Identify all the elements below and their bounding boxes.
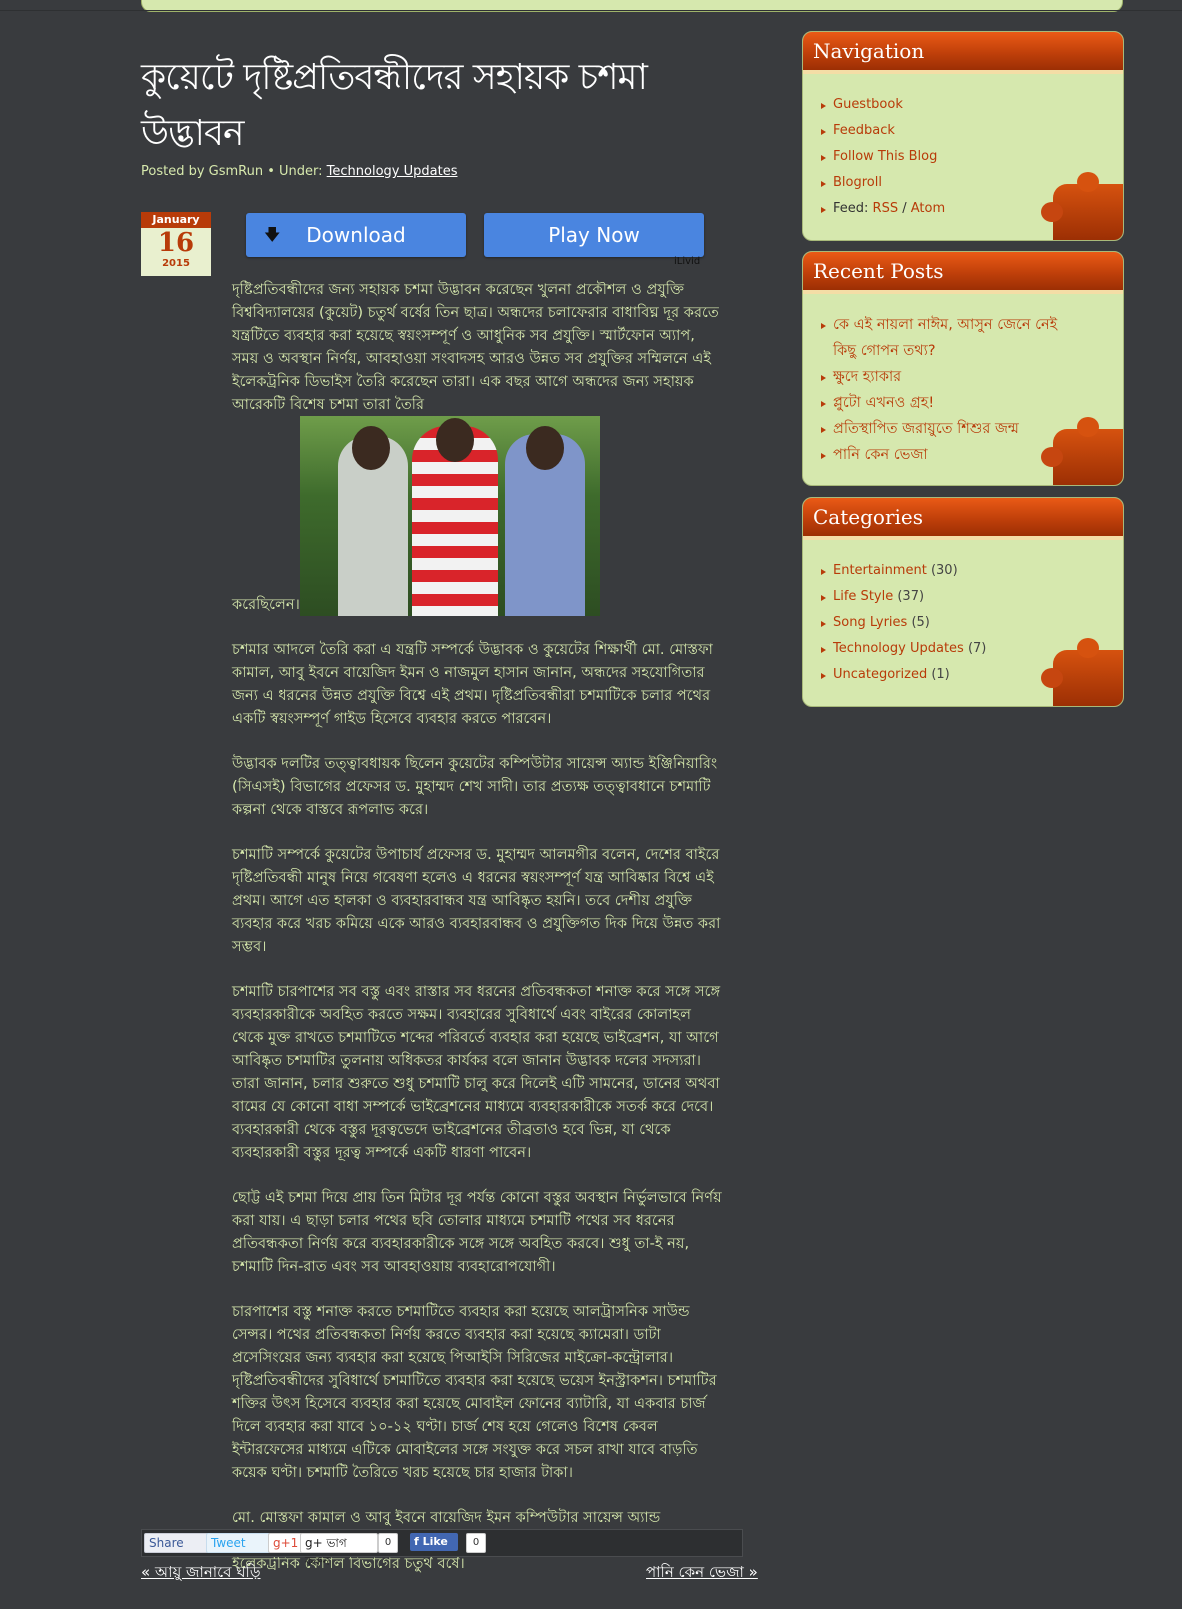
like-count: 0 bbox=[466, 1533, 486, 1553]
ad-play-button[interactable]: Play Now bbox=[484, 213, 704, 257]
list-item: কে এই নায়লা নাঈম, আসুন জেনে নেই কিছু গো… bbox=[821, 312, 1063, 364]
puzzle-piece-icon bbox=[1041, 417, 1123, 485]
person-head bbox=[351, 426, 390, 470]
list-item: পানি কেন ভেজা bbox=[821, 442, 1063, 468]
list-item: Guestbook bbox=[821, 92, 1123, 118]
list-item: প্রতিস্থাপিত জরায়ুতে শিশুর জন্ম bbox=[821, 416, 1063, 442]
widget-title: Navigation bbox=[803, 32, 1123, 70]
paragraph: দৃষ্টিপ্রতিবন্ধীদের জন্য সহায়ক চশমা উদ্… bbox=[232, 278, 722, 616]
list-item: Entertainment (30) bbox=[821, 558, 1123, 584]
category-link-song-lyries[interactable]: Song Lyries bbox=[833, 615, 907, 630]
nav-link-feedback[interactable]: Feedback bbox=[833, 123, 895, 138]
facebook-share-button[interactable]: Share bbox=[144, 1533, 208, 1553]
paragraph-text: দৃষ্টিপ্রতিবন্ধীদের জন্য সহায়ক চশমা উদ্… bbox=[232, 281, 719, 413]
ad-sponsor-label: iLivid bbox=[674, 256, 701, 267]
date-year: 2015 bbox=[162, 258, 190, 269]
previous-post-link[interactable]: « আয়ু জানাবে ঘড়ি bbox=[141, 1561, 261, 1586]
list-item: Song Lyries (5) bbox=[821, 610, 1123, 636]
puzzle-piece-icon bbox=[1041, 172, 1123, 240]
category-count: (7) bbox=[967, 641, 987, 656]
nav-link-blogroll[interactable]: Blogroll bbox=[833, 175, 882, 190]
rss-link[interactable]: RSS bbox=[873, 201, 899, 216]
category-count: (5) bbox=[911, 615, 930, 630]
post-meta: Posted by GsmRun • Under: Technology Upd… bbox=[141, 164, 457, 179]
date-month: January bbox=[141, 212, 211, 228]
recent-post-link[interactable]: প্লুটো এখনও গ্রহ! bbox=[833, 395, 934, 411]
ad-download-button[interactable]: 🡇 Download bbox=[246, 213, 466, 257]
recent-post-link[interactable]: কে এই নায়লা নাঈম, আসুন জেনে নেই কিছু গো… bbox=[833, 317, 1057, 359]
list-item: প্লুটো এখনও গ্রহ! bbox=[821, 390, 1063, 416]
categories-widget: Categories Entertainment (30) Life Style… bbox=[802, 497, 1124, 707]
category-count: (1) bbox=[931, 667, 950, 682]
paragraph: চশমাটি চারপাশের সব বস্তু এবং রাস্তার সব … bbox=[232, 983, 721, 1161]
list-item: Feedback bbox=[821, 118, 1123, 144]
category-link-life-style[interactable]: Life Style bbox=[833, 589, 893, 604]
navigation-widget: Navigation Guestbook Feedback Follow Thi… bbox=[802, 31, 1124, 241]
nav-link-follow[interactable]: Follow This Blog bbox=[833, 149, 937, 164]
nav-link-guestbook[interactable]: Guestbook bbox=[833, 97, 903, 112]
paragraph-end: করেছিলেন। bbox=[232, 596, 300, 613]
post-title: কুয়েটে দৃষ্টিপ্রতিবন্ধীদের সহায়ক চশমা … bbox=[141, 57, 648, 154]
paragraph: উদ্ভাবক দলটির তত্ত্বাবধায়ক ছিলেন কুয়েট… bbox=[232, 755, 718, 818]
header-divider bbox=[0, 10, 1182, 11]
recent-post-link[interactable]: ক্ষুদে হ্যাকার bbox=[833, 369, 901, 385]
post-photo bbox=[299, 416, 600, 616]
tweet-button[interactable]: Tweet bbox=[206, 1533, 270, 1553]
ad-play-label: Play Now bbox=[548, 223, 640, 247]
widget-title: Categories bbox=[803, 498, 1123, 536]
paragraph: ছোট্ট এই চশমা দিয়ে প্রায় তিন মিটার দূর… bbox=[232, 1189, 722, 1275]
recent-post-link[interactable]: পানি কেন ভেজা bbox=[833, 447, 928, 463]
category-link[interactable]: Technology Updates bbox=[327, 164, 458, 179]
gplus-one-button[interactable]: g+1 bbox=[268, 1533, 302, 1553]
atom-link[interactable]: Atom bbox=[911, 201, 945, 216]
category-link-uncategorized[interactable]: Uncategorized bbox=[833, 667, 927, 682]
category-link-technology-updates[interactable]: Technology Updates bbox=[833, 641, 964, 656]
ad-download-label: Download bbox=[306, 223, 406, 247]
next-post-link[interactable]: পানি কেন ভেজা » bbox=[646, 1561, 758, 1586]
puzzle-piece-icon bbox=[1041, 638, 1123, 706]
category-link-entertainment[interactable]: Entertainment bbox=[833, 563, 927, 578]
recent-post-link[interactable]: প্রতিস্থাপিত জরায়ুতে শিশুর জন্ম bbox=[833, 421, 1019, 437]
list-item: Follow This Blog bbox=[821, 144, 1123, 170]
feed-label: Feed: bbox=[833, 201, 869, 216]
gplus-share-button[interactable]: g+ ভাগ করুন bbox=[300, 1533, 378, 1568]
category-count: (30) bbox=[930, 563, 958, 578]
share-bar: Share Tweet g+1 g+ ভাগ করুন 0 f Like 0 bbox=[141, 1529, 743, 1568]
paragraph: চশমাটি সম্পর্কে কুয়েটের উপাচার্য প্রফেস… bbox=[232, 846, 721, 955]
post-content: দৃষ্টিপ্রতিবন্ধীদের জন্য সহায়ক চশমা উদ্… bbox=[232, 278, 722, 1597]
facebook-like-button[interactable]: f Like bbox=[410, 1533, 458, 1551]
feed-separator: / bbox=[902, 201, 907, 216]
list-item: Life Style (37) bbox=[821, 584, 1123, 610]
widget-title: Recent Posts bbox=[803, 252, 1123, 290]
recent-posts-widget: Recent Posts কে এই নায়লা নাঈম, আসুন জেন… bbox=[802, 251, 1124, 486]
download-arrow-icon: 🡇 bbox=[264, 225, 281, 244]
list-item: ক্ষুদে হ্যাকার bbox=[821, 364, 1063, 390]
person-head bbox=[435, 418, 474, 462]
paragraph: চশমার আদলে তৈরি করা এ যন্ত্রটি সম্পর্কে … bbox=[232, 641, 713, 727]
paragraph: চারপাশের বস্তু শনাক্ত করতে চশমাটিতে ব্যব… bbox=[232, 1303, 717, 1481]
post-meta-prefix: Posted by GsmRun • Under: bbox=[141, 164, 323, 179]
gplus-count: 0 bbox=[378, 1533, 398, 1553]
category-count: (37) bbox=[897, 589, 925, 604]
person-head bbox=[525, 426, 564, 470]
date-badge: January 16 2015 bbox=[141, 212, 211, 276]
date-day: 16 bbox=[157, 228, 195, 258]
